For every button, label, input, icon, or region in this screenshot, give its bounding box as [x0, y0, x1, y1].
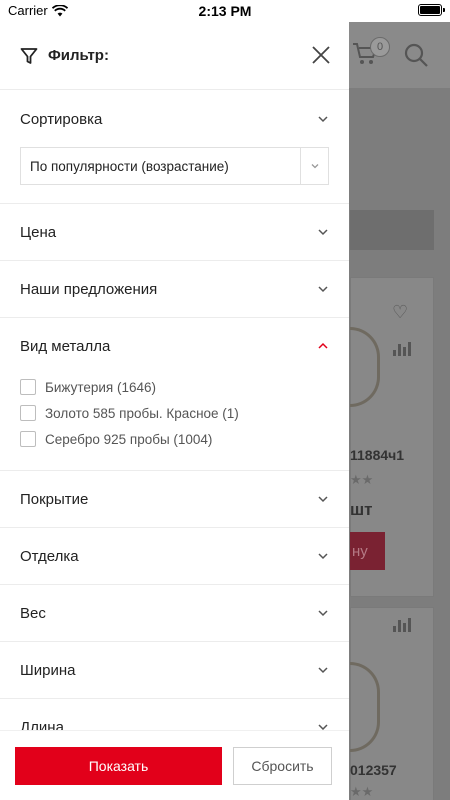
section-coating-header[interactable]: Покрытие	[0, 471, 349, 527]
section-label: Наши предложения	[20, 280, 158, 298]
product-rating: ★★	[350, 472, 374, 487]
section-label: Ширина	[20, 661, 76, 679]
section-finish: Отделка	[0, 528, 349, 585]
chevron-down-icon	[318, 286, 328, 293]
section-metal-header[interactable]: Вид металла	[0, 318, 349, 374]
compare-icon[interactable]	[393, 618, 411, 632]
section-sort: Сортировка По популярности (возрастание)	[0, 91, 349, 204]
filter-icon	[20, 47, 38, 64]
checkbox-label: Бижутерия (1646)	[45, 379, 157, 395]
drawer-header: Фильтр:	[0, 22, 349, 90]
cart-count-badge: 0	[370, 37, 390, 57]
chevron-down-icon	[318, 610, 328, 617]
section-label: Покрытие	[20, 490, 89, 508]
section-length-header[interactable]: Длина	[0, 699, 349, 730]
close-icon[interactable]	[311, 45, 331, 65]
section-label: Сортировка	[20, 110, 103, 128]
drawer-title: Фильтр:	[48, 47, 109, 64]
section-label: Длина	[20, 718, 64, 731]
checkbox-label: Золото 585 пробы. Красное (1)	[45, 405, 239, 421]
section-weight: Вес	[0, 585, 349, 642]
metal-option-silver[interactable]: Серебро 925 пробы (1004)	[20, 426, 329, 452]
filter-drawer: Фильтр: Сортировка По популярности (возр…	[0, 22, 349, 800]
section-length: Длина	[0, 699, 349, 730]
section-metal: Вид металла Бижутерия (1646) Золото 585 …	[0, 318, 349, 471]
section-finish-header[interactable]: Отделка	[0, 528, 349, 584]
metal-option-gold[interactable]: Золото 585 пробы. Красное (1)	[20, 400, 329, 426]
section-label: Вес	[20, 604, 46, 622]
section-label: Вид металла	[20, 337, 111, 355]
status-bar: Carrier 2:13 PM	[0, 0, 450, 22]
product-sku: 11884ч1	[350, 447, 405, 463]
search-icon[interactable]	[403, 42, 429, 68]
background-toolbar	[350, 210, 434, 250]
section-sort-header[interactable]: Сортировка	[0, 91, 349, 147]
compare-icon[interactable]	[393, 342, 411, 356]
section-width-header[interactable]: Ширина	[0, 642, 349, 698]
checkbox[interactable]	[20, 405, 36, 421]
chevron-down-icon	[318, 496, 328, 503]
chevron-down-icon	[318, 116, 328, 123]
checkbox[interactable]	[20, 431, 36, 447]
chevron-down-icon	[318, 553, 328, 560]
section-offers: Наши предложения	[0, 261, 349, 318]
metal-option-costume[interactable]: Бижутерия (1646)	[20, 374, 329, 400]
chevron-down-icon	[318, 229, 328, 236]
product-sku: 012357	[350, 762, 397, 778]
chevron-down-icon	[311, 164, 318, 169]
section-coating: Покрытие	[0, 471, 349, 528]
drawer-footer: Показать Сбросить	[0, 730, 349, 800]
checkbox-label: Серебро 925 пробы (1004)	[45, 431, 213, 447]
product-unit: шт	[350, 500, 373, 519]
battery-icon	[418, 4, 445, 16]
status-time: 2:13 PM	[198, 3, 252, 19]
chevron-down-icon	[318, 667, 328, 674]
section-price: Цена	[0, 204, 349, 261]
select-arrow	[300, 148, 328, 184]
section-offers-header[interactable]: Наши предложения	[0, 261, 349, 317]
product-rating: ★★	[350, 784, 374, 799]
section-price-header[interactable]: Цена	[0, 204, 349, 260]
reset-filters-button[interactable]: Сбросить	[233, 746, 332, 785]
favorite-icon[interactable]: ♡	[392, 302, 408, 323]
section-label: Цена	[20, 223, 57, 241]
section-weight-header[interactable]: Вес	[0, 585, 349, 641]
section-width: Ширина	[0, 642, 349, 699]
chevron-down-icon	[318, 724, 328, 730]
show-results-button[interactable]: Показать	[15, 746, 222, 785]
buy-button[interactable]: ну	[350, 532, 385, 570]
metal-options: Бижутерия (1646) Золото 585 пробы. Красн…	[0, 374, 349, 470]
sort-select-value: По популярности (возрастание)	[30, 158, 229, 174]
sort-select[interactable]: По популярности (возрастание)	[20, 147, 329, 185]
chevron-up-icon	[318, 342, 328, 349]
filter-sections: Сортировка По популярности (возрастание)…	[0, 91, 349, 730]
section-label: Отделка	[20, 547, 79, 565]
checkbox[interactable]	[20, 379, 36, 395]
